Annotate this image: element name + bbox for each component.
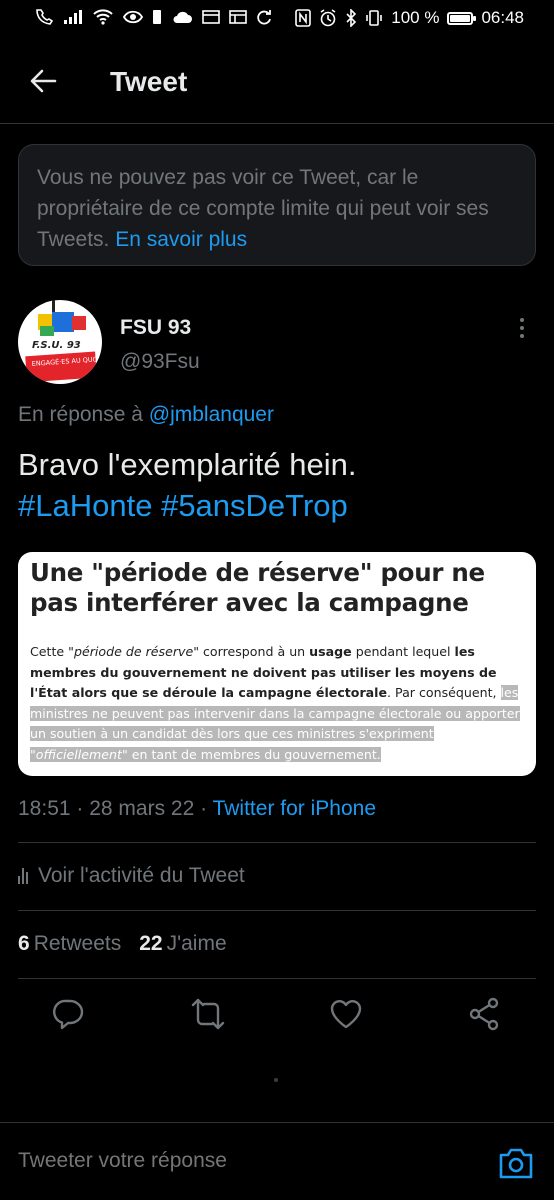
tweet-actions-bar <box>0 996 554 1036</box>
like-heart-icon[interactable] <box>328 996 364 1032</box>
tweet-time: 18:51 <box>18 797 71 820</box>
media-text-emphasis: période de réserve <box>73 644 194 659</box>
tweet-source-link[interactable]: Twitter for iPhone <box>213 797 376 820</box>
retweets-label: Retweets <box>33 932 122 955</box>
tweet-media-image[interactable]: Une "période de réserve" pour ne pas int… <box>18 552 536 776</box>
gallery-icon <box>229 10 247 24</box>
analytics-icon <box>18 868 28 884</box>
media-text: " correspond à un <box>193 644 310 659</box>
status-bar-right: 100 % 06:48 <box>295 8 524 28</box>
media-title: Une "période de réserve" pour ne pas int… <box>30 558 485 617</box>
wifi-icon <box>93 9 113 25</box>
reply-prefix: En réponse à <box>18 403 149 426</box>
status-bar-left <box>34 8 272 26</box>
vibrate-icon <box>366 10 383 26</box>
reply-icon[interactable] <box>50 996 86 1032</box>
retweets-stat[interactable]: 6 Retweets <box>18 932 121 956</box>
tweet-stats: 6 Retweets 22 J'aime <box>18 932 227 956</box>
gallery-icon <box>202 10 220 24</box>
author-name[interactable]: FSU 93 <box>120 316 191 340</box>
phone-wifi-icon <box>36 9 54 25</box>
bluetooth-icon <box>346 9 357 27</box>
likes-count: 22 <box>139 932 163 955</box>
back-arrow-icon[interactable] <box>28 66 58 96</box>
media-text: . Par conséquent, <box>387 685 501 700</box>
signal-icon <box>64 10 82 24</box>
alarm-icon <box>320 9 336 27</box>
camera-icon[interactable] <box>497 1145 535 1181</box>
author-handle[interactable]: @93Fsu <box>120 350 200 374</box>
reply-handle-link[interactable]: @jmblanquer <box>149 403 274 426</box>
media-text-highlight: " en tant de membres du gouvernement <box>121 746 377 762</box>
nfc-icon <box>295 9 312 27</box>
share-icon[interactable] <box>466 996 502 1032</box>
tweet-text-line: Bravo l'exemplarité hein. <box>18 447 357 482</box>
sync-icon <box>257 10 271 25</box>
scroll-indicator-dot <box>274 1078 278 1082</box>
eye-icon <box>123 10 143 24</box>
cloud-icon <box>173 11 192 23</box>
tweet-date: 28 mars 22 <box>89 797 195 820</box>
hashtag-link[interactable]: #LaHonte <box>18 488 152 523</box>
media-paragraph: Cette "période de réserve" correspond à … <box>30 642 530 765</box>
status-bar: 100 % 06:48 <box>0 0 554 40</box>
more-options-icon[interactable] <box>512 318 532 340</box>
fsu-logo-icon: F.S.U. 93 ENGAGÉ·ES AU QUOTIDIEN <box>25 300 102 383</box>
divider <box>18 910 536 911</box>
likes-label: J'aime <box>166 932 227 955</box>
avatar[interactable]: F.S.U. 93 ENGAGÉ·ES AU QUOTIDIEN <box>18 300 102 384</box>
media-text: pendant lequel <box>351 644 455 659</box>
retweet-icon[interactable] <box>190 996 226 1032</box>
tweet-meta: 18:51 · 28 mars 22 · Twitter for iPhone <box>18 797 376 820</box>
reply-input[interactable] <box>18 1149 458 1173</box>
tweet-hashtags: #LaHonte #5ansDeTrop <box>18 485 538 526</box>
media-text-highlight-emphasis: officiellement <box>35 746 122 762</box>
likes-stat[interactable]: 22 J'aime <box>139 932 226 956</box>
reply-context: En réponse à @jmblanquer <box>18 403 274 427</box>
tweet-activity-link[interactable]: Voir l'activité du Tweet <box>18 864 245 888</box>
media-text: Cette " <box>30 644 74 659</box>
restricted-tweet-notice: Vous ne pouvez pas voir ce Tweet, car le… <box>18 144 536 266</box>
tweet-text: Bravo l'exemplarité hein. #LaHonte #5ans… <box>18 444 538 526</box>
reply-composer <box>0 1122 554 1200</box>
learn-more-link[interactable]: En savoir plus <box>115 228 247 251</box>
activity-label: Voir l'activité du Tweet <box>38 864 245 887</box>
battery-level <box>450 14 471 22</box>
notice-text: Vous ne pouvez pas voir ce Tweet, car le… <box>37 166 489 251</box>
status-time: 06:48 <box>481 8 524 27</box>
hashtag-link[interactable]: #5ansDeTrop <box>161 488 348 523</box>
media-text-bold: usage <box>309 644 352 659</box>
top-app-bar: Tweet <box>0 40 554 124</box>
page-title: Tweet <box>110 66 188 97</box>
media-text-end: . <box>376 746 381 762</box>
divider <box>18 842 536 843</box>
retweets-count: 6 <box>18 932 30 955</box>
divider <box>18 978 536 979</box>
sim-icon <box>153 10 161 24</box>
battery-percent: 100 % <box>391 8 440 27</box>
battery-icon <box>447 11 477 25</box>
avatar-logo-text: F.S.U. 93 <box>32 340 81 351</box>
